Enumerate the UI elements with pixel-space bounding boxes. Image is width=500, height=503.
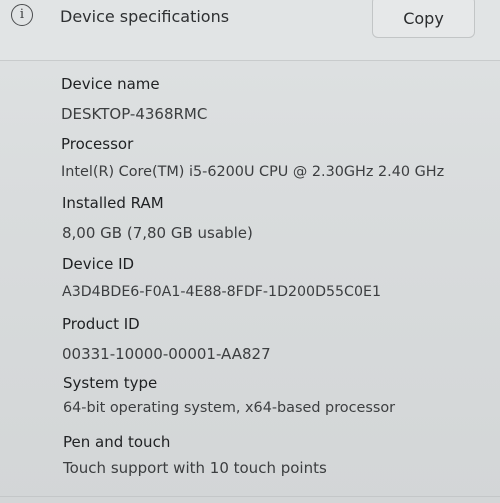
device-specifications-panel: i Device specifications Copy Device name… xyxy=(0,0,500,503)
processor-value: Intel(R) Core(TM) i5-6200U CPU @ 2.30GHz… xyxy=(61,164,445,180)
device-name-value: DESKTOP-4368RMC xyxy=(61,105,208,123)
installed-ram-value: 8,00 GB (7,80 GB usable) xyxy=(62,224,253,242)
system-type-value: 64-bit operating system, x64-based proce… xyxy=(63,400,396,416)
product-id-value: 00331-10000-00001-AA827 xyxy=(62,345,271,363)
info-icon: i xyxy=(11,4,33,26)
pen-and-touch-value: Touch support with 10 touch points xyxy=(63,459,327,477)
device-specifications-header[interactable]: i Device specifications Copy xyxy=(0,0,500,61)
copy-button[interactable]: Copy xyxy=(372,0,475,38)
device-id-label: Device ID xyxy=(62,255,135,273)
section-title: Device specifications xyxy=(60,7,230,26)
processor-label: Processor xyxy=(61,135,134,153)
section-divider xyxy=(0,496,500,497)
product-id-label: Product ID xyxy=(62,315,140,333)
device-name-label: Device name xyxy=(61,75,160,93)
device-id-value: A3D4BDE6-F0A1-4E88-8FDF-1D200D55C0E1 xyxy=(62,284,381,300)
system-type-label: System type xyxy=(63,374,158,392)
installed-ram-label: Installed RAM xyxy=(62,194,164,212)
pen-and-touch-label: Pen and touch xyxy=(63,433,171,451)
